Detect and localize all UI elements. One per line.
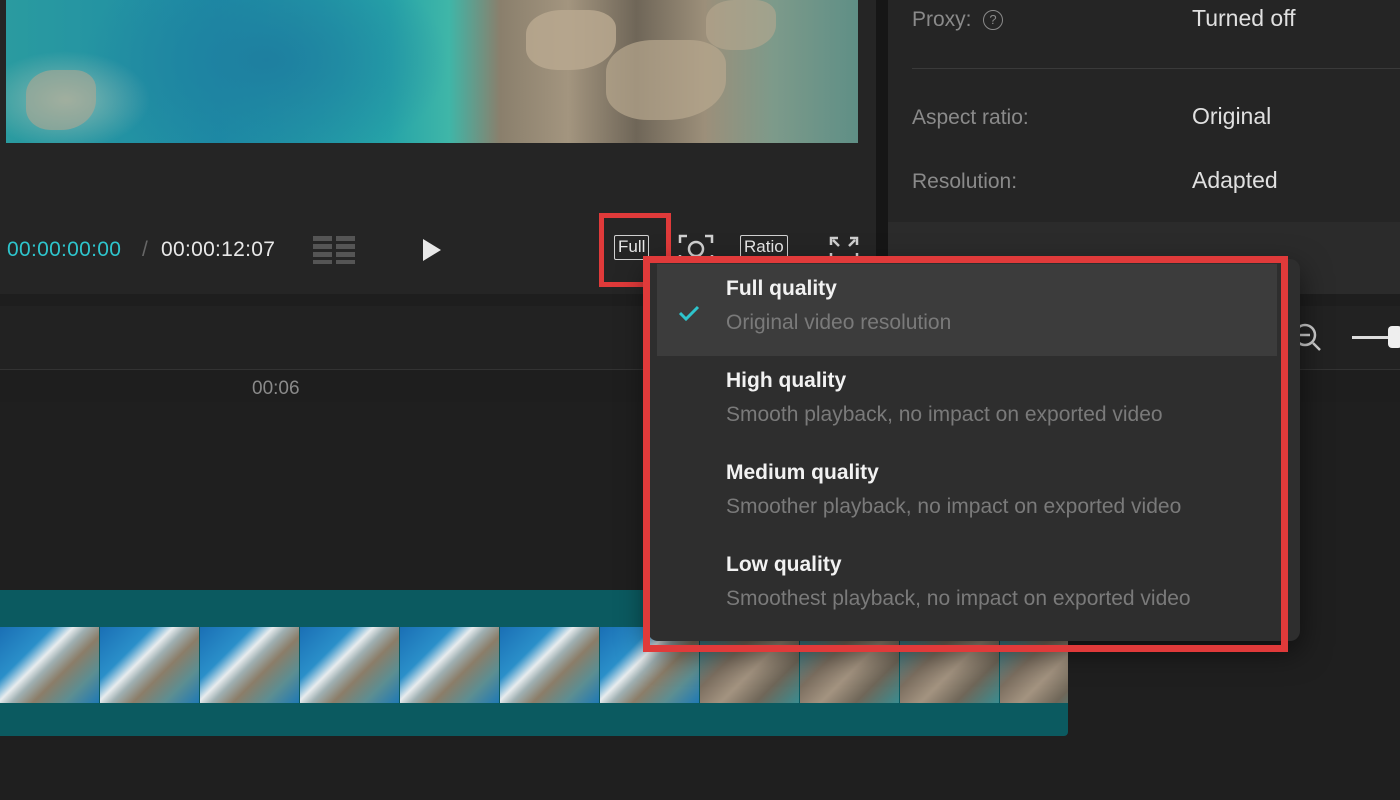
ratio-button[interactable]: Ratio — [740, 235, 788, 260]
clip-thumbnail — [100, 627, 200, 703]
proxy-label: Proxy: — [912, 8, 972, 31]
menu-item-title: Full quality — [726, 277, 837, 300]
menu-item-full-quality[interactable]: Full quality Original video resolution — [657, 264, 1277, 356]
aspect-ratio-value[interactable]: Original — [1192, 103, 1271, 130]
menu-item-description: Original video resolution — [726, 311, 952, 334]
preview-quality-button[interactable]: Full — [614, 235, 650, 260]
menu-item-description: Smoothest playback, no impact on exporte… — [726, 587, 1191, 610]
grid-icon[interactable] — [313, 236, 355, 264]
proxy-value[interactable]: Turned off — [1192, 5, 1296, 32]
menu-item-description: Smooth playback, no impact on exported v… — [726, 403, 1163, 426]
resolution-value[interactable]: Adapted — [1192, 167, 1278, 194]
player-panel: 00:00:00:00 / 00:00:12:07 Full Ratio — [0, 0, 876, 294]
clip-thumbnail — [0, 627, 100, 703]
timecode-separator: / — [142, 238, 148, 261]
menu-item-title: Medium quality — [726, 461, 879, 484]
clip-thumbnail — [400, 627, 500, 703]
total-timecode: 00:00:12:07 — [161, 238, 276, 261]
check-icon — [678, 305, 700, 322]
video-preview[interactable] — [6, 0, 858, 143]
menu-item-low-quality[interactable]: Low quality Smoothest playback, no impac… — [657, 540, 1277, 632]
ruler-time-label: 00:06 — [252, 378, 300, 399]
clip-thumbnail — [200, 627, 300, 703]
properties-divider — [912, 68, 1400, 69]
clip-thumbnail — [300, 627, 400, 703]
clip-thumbnail — [500, 627, 600, 703]
menu-item-title: Low quality — [726, 553, 842, 576]
menu-item-high-quality[interactable]: High quality Smooth playback, no impact … — [657, 356, 1277, 448]
menu-item-title: High quality — [726, 369, 847, 392]
resolution-label: Resolution: — [912, 170, 1018, 193]
aspect-ratio-label: Aspect ratio: — [912, 106, 1029, 129]
menu-item-description: Smoother playback, no impact on exported… — [726, 495, 1182, 518]
menu-item-medium-quality[interactable]: Medium quality Smoother playback, no imp… — [657, 448, 1277, 540]
current-timecode: 00:00:00:00 — [7, 238, 122, 261]
help-icon[interactable]: ? — [983, 10, 1003, 30]
play-icon[interactable] — [420, 236, 444, 264]
zoom-slider-handle[interactable] — [1388, 326, 1400, 348]
